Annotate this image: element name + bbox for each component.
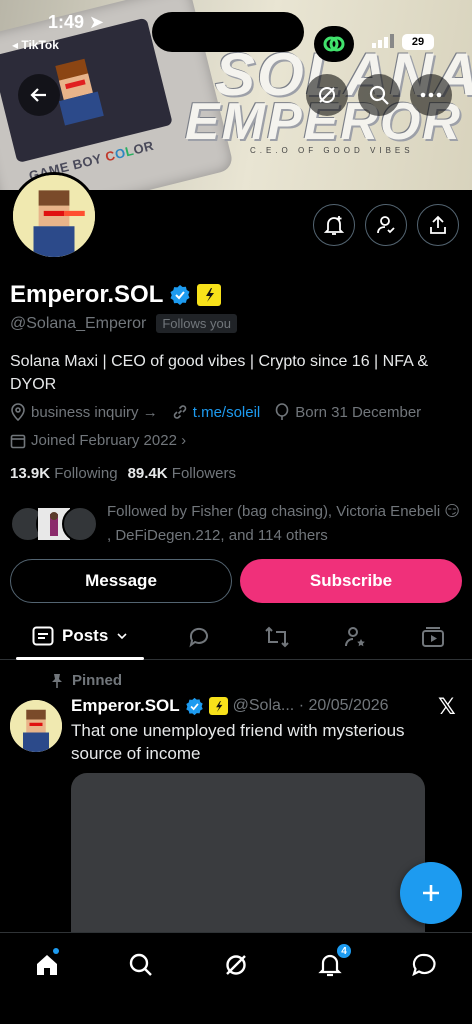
tab-reposts[interactable]	[264, 624, 290, 650]
unread-dot	[53, 948, 59, 954]
dynamic-island	[152, 12, 304, 52]
post-author[interactable]: Emperor.SOL	[71, 696, 180, 716]
chat-icon	[412, 953, 436, 977]
grok-icon	[319, 87, 335, 103]
profile-name: Emperor.SOL	[10, 281, 164, 308]
message-button[interactable]: Message	[10, 559, 232, 603]
pin-icon	[52, 673, 62, 688]
profile-handle: @Solana_Emperor	[10, 314, 147, 332]
profile-meta-row-1: business inquiry → t.me/soleil Born 31 D…	[10, 403, 421, 421]
verified-badge-icon	[185, 697, 203, 715]
share-button[interactable]	[417, 204, 459, 246]
follows-you-badge: Follows you	[156, 314, 237, 333]
followed-by[interactable]: Followed by Fisher (bag chasing), Victor…	[10, 500, 465, 548]
profile-link[interactable]: t.me/soleil	[172, 404, 260, 421]
tab-posts[interactable]: Posts	[16, 612, 144, 660]
notification-count-badge: 4	[336, 943, 352, 959]
status-bar: 1:49 ➤ ◂ TikTok 29	[0, 10, 472, 62]
affiliate-badge-icon	[208, 697, 228, 715]
tab-highlights[interactable]	[342, 624, 368, 650]
calendar-icon	[10, 434, 26, 448]
share-icon	[430, 215, 446, 234]
profile-avatar[interactable]	[10, 172, 98, 260]
notify-button[interactable]	[313, 204, 355, 246]
avatar[interactable]	[10, 700, 62, 752]
plus-icon	[423, 885, 439, 901]
search-button[interactable]	[358, 74, 400, 116]
tab-underline	[16, 657, 144, 660]
link-icon	[173, 405, 186, 419]
repost-icon	[265, 626, 289, 648]
signal-icon	[372, 34, 394, 53]
location-pin-icon	[11, 403, 25, 421]
profile-meta-row-2[interactable]: Joined February 2022 ›	[10, 432, 186, 449]
post-media[interactable]	[71, 773, 425, 943]
search-icon	[129, 953, 152, 976]
verified-badge-icon[interactable]	[169, 284, 191, 306]
compose-button[interactable]	[400, 862, 462, 924]
video-icon	[422, 627, 444, 647]
following-button[interactable]	[365, 204, 407, 246]
link-status-icon	[314, 26, 354, 62]
follow-stats: 13.9K Following 89.4K Followers	[10, 465, 236, 482]
nav-home[interactable]	[27, 945, 67, 985]
person-check-icon	[377, 216, 395, 234]
followed-by-text: Followed by Fisher (bag chasing), Victor…	[107, 503, 461, 544]
search-icon	[369, 85, 389, 105]
profile-bio: Solana Maxi | CEO of good vibes | Crypto…	[10, 353, 428, 393]
more-button[interactable]	[410, 74, 452, 116]
person-star-icon	[345, 627, 365, 647]
nav-notifications[interactable]: 4	[310, 943, 352, 985]
pixel-avatar-icon	[10, 700, 62, 752]
tab-replies[interactable]	[186, 624, 212, 650]
avatar	[62, 506, 98, 542]
grok-icon	[226, 955, 246, 975]
grok-button[interactable]	[306, 74, 348, 116]
back-to-app[interactable]: ◂ TikTok	[12, 38, 59, 52]
post-header: Emperor.SOL @Sola... · 20/05/2026	[71, 696, 389, 716]
joined-date[interactable]: Joined February 2022 ›	[10, 432, 186, 449]
battery-icon: 29	[402, 34, 434, 50]
avatar	[13, 175, 95, 257]
post-text: That one unemployed friend with mysterio…	[71, 721, 405, 763]
bell-plus-icon	[323, 216, 345, 235]
profile-name-row: Emperor.SOL	[10, 281, 222, 309]
nav-messages[interactable]	[404, 945, 444, 985]
affiliate-badge-icon[interactable]	[197, 284, 222, 306]
nav-search[interactable]	[121, 945, 161, 985]
subscribe-button[interactable]: Subscribe	[240, 559, 462, 603]
business-inquiry[interactable]: business inquiry →	[10, 403, 158, 421]
handle-row: @Solana_Emperor Follows you	[10, 314, 237, 333]
tab-media[interactable]	[420, 624, 446, 650]
back-button[interactable]	[18, 74, 60, 116]
banner-tagline: C.E.O OF GOOD VIBES	[250, 146, 414, 155]
home-icon	[37, 955, 57, 975]
followers-stat[interactable]: 89.4K Followers	[128, 465, 236, 482]
pixel-avatar-icon	[13, 175, 95, 257]
status-time: 1:49 ➤	[48, 12, 105, 32]
birth-date: Born 31 December	[274, 403, 421, 421]
pinned-label: Pinned	[50, 672, 122, 689]
nav-grok[interactable]	[216, 945, 256, 985]
arrow-left-icon	[30, 88, 46, 102]
posts-icon	[32, 626, 54, 646]
profile-tabs: Posts	[0, 612, 472, 660]
chevron-down-icon	[117, 633, 127, 640]
bottom-nav: 4	[0, 932, 472, 1024]
x-logo-icon[interactable]: 𝕏	[438, 694, 456, 720]
reply-icon	[189, 627, 208, 648]
post-handle-date: @Sola... · 20/05/2026	[232, 697, 389, 714]
following-stat[interactable]: 13.9K Following	[10, 465, 118, 482]
more-dots-icon	[420, 92, 442, 98]
balloon-icon	[275, 403, 289, 420]
